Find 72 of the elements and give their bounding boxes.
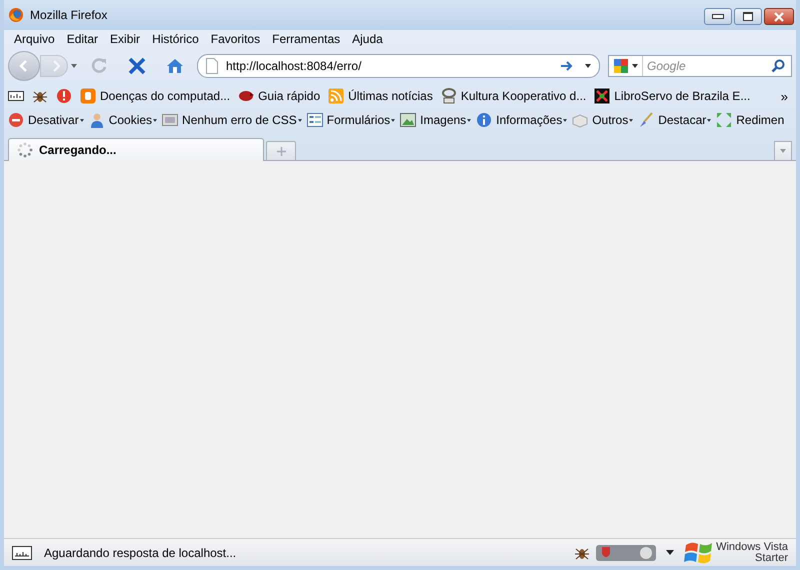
blog-icon: [80, 88, 96, 104]
bookmark-item[interactable]: Doenças do computad...: [80, 88, 230, 104]
toolbar-menu[interactable]: Informações: [476, 112, 568, 128]
toolbar-menu[interactable]: Formulários: [306, 112, 396, 128]
dropdown-icon[interactable]: [632, 64, 638, 68]
close-button[interactable]: [764, 8, 794, 25]
alert-icon[interactable]: [56, 88, 72, 104]
menu-item[interactable]: Histórico: [146, 32, 205, 46]
dropdown-icon: [707, 118, 712, 122]
block-icon: [572, 112, 588, 128]
bookmark-item[interactable]: Kultura Kooperativo d...: [440, 88, 586, 104]
stop-icon[interactable]: [127, 56, 147, 76]
dropdown-icon: [563, 118, 568, 122]
maximize-button[interactable]: [734, 8, 762, 25]
plus-icon: [276, 146, 286, 156]
toolbar-menu[interactable]: Cookies: [88, 112, 158, 128]
os-watermark-text: Windows Vista: [716, 542, 788, 552]
google-icon[interactable]: [613, 58, 629, 74]
bookmarks-overflow-button[interactable]: »: [776, 88, 792, 104]
tab-list-button[interactable]: [774, 141, 792, 160]
search-field[interactable]: Google: [608, 55, 792, 77]
browser-tab[interactable]: Carregando...: [8, 138, 264, 161]
history-dropdown-icon[interactable]: [71, 64, 77, 68]
toolbar-menu[interactable]: Outros: [572, 112, 634, 128]
bookmark-item[interactable]: LibroServo de Brazila E...: [594, 88, 750, 104]
dropdown-icon: [391, 118, 396, 122]
form-icon: [306, 112, 323, 128]
minimize-button[interactable]: [704, 8, 732, 25]
status-meter-icon: [12, 546, 32, 560]
stop-sign-icon: [8, 112, 24, 128]
dropdown-icon: [298, 118, 302, 122]
bird-icon: [238, 88, 254, 104]
menu-item[interactable]: Editar: [60, 32, 104, 46]
toolbar-menu[interactable]: Imagens: [400, 112, 472, 128]
feed-icon: [328, 88, 344, 104]
close-icon: [773, 12, 785, 22]
loading-spinner-icon: [17, 142, 33, 158]
dropdown-icon: [629, 118, 634, 122]
ruler-icon[interactable]: [8, 88, 24, 104]
dropdown-icon: [467, 118, 472, 122]
url-field[interactable]: http://localhost:8084/erro/: [197, 54, 600, 78]
ring-icon: [440, 88, 457, 104]
person-icon: [88, 112, 105, 128]
dropdown-icon: [153, 118, 158, 122]
brush-icon: [638, 112, 654, 128]
menu-item[interactable]: Exibir: [104, 32, 146, 46]
menu-item[interactable]: Arquivo: [8, 32, 61, 46]
image-icon: [400, 112, 416, 128]
url-dropdown-icon[interactable]: [585, 64, 591, 68]
resize-icon: [716, 112, 732, 128]
menu-item[interactable]: Favoritos: [204, 32, 266, 46]
toolbar-menu[interactable]: Redimen: [716, 112, 784, 128]
toolbar-menu[interactable]: Desativar: [8, 112, 84, 128]
bookmark-item[interactable]: Últimas notícias: [328, 88, 433, 104]
page-icon: [206, 58, 218, 74]
info-icon: [476, 112, 492, 128]
toolbar-menu[interactable]: Nenhum erro de CSS: [162, 112, 302, 128]
menu-item[interactable]: Ajuda: [346, 32, 389, 46]
menu-item[interactable]: Ferramentas: [266, 32, 346, 46]
search-icon[interactable]: [771, 59, 785, 73]
firefox-icon: [8, 7, 24, 23]
toolbar-menu[interactable]: Destacar: [638, 112, 712, 128]
status-text: Aguardando resposta de localhost...: [44, 546, 236, 560]
bookmark-item[interactable]: Guia rápido: [238, 88, 320, 104]
window-title: Mozilla Firefox: [30, 8, 108, 22]
dropdown-icon: [780, 149, 786, 153]
css-icon: [162, 112, 178, 128]
home-icon[interactable]: [165, 56, 185, 76]
os-watermark-text: Starter: [754, 552, 788, 564]
go-arrow-icon[interactable]: [560, 60, 574, 72]
dropdown-icon: [80, 118, 84, 122]
dropdown-icon[interactable]: [666, 550, 674, 555]
